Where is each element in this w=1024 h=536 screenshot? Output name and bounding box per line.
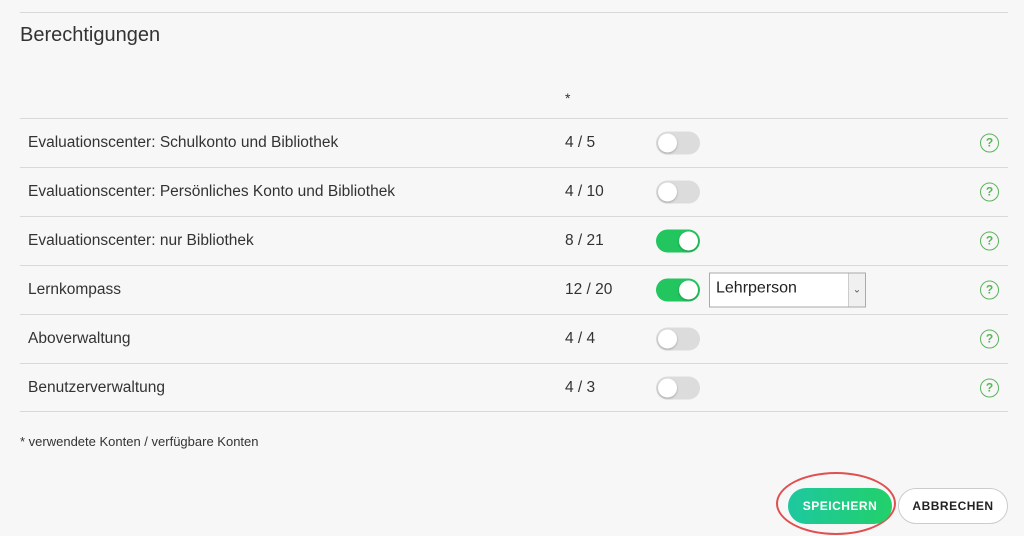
- permission-toggle[interactable]: [656, 131, 700, 155]
- toggle-knob: [658, 182, 677, 202]
- column-header-asterisk: *: [565, 90, 571, 106]
- top-divider: [20, 12, 1008, 13]
- permission-label: Benutzerverwaltung: [28, 378, 165, 396]
- chevron-down-icon: ⌄: [848, 273, 865, 307]
- permission-row-evaluation-school: Evaluationscenter: Schulkonto und Biblio…: [20, 118, 1008, 167]
- toggle-knob: [679, 280, 698, 300]
- account-count: 8 / 21: [565, 232, 604, 249]
- permission-row-evaluation-library: Evaluationscenter: nur Bibliothek 8 / 21…: [20, 216, 1008, 265]
- permission-label: Evaluationscenter: Schulkonto und Biblio…: [28, 134, 339, 151]
- help-icon[interactable]: ?: [980, 378, 999, 397]
- permission-label: Aboverwaltung: [28, 330, 131, 347]
- help-icon[interactable]: ?: [980, 182, 999, 202]
- account-count: 12 / 20: [565, 281, 613, 298]
- permission-row-evaluation-personal: Evaluationscenter: Persönliches Konto un…: [20, 167, 1008, 216]
- role-select-value: Lehrperson: [716, 279, 797, 297]
- permission-label: Lernkompass: [28, 281, 122, 298]
- permission-row-aboverwaltung: Aboverwaltung 4 / 4 ?: [20, 314, 1008, 363]
- toggle-knob: [679, 231, 698, 251]
- section-title: Berechtigungen: [20, 24, 161, 46]
- help-icon[interactable]: ?: [980, 329, 999, 349]
- permission-label: Evaluationscenter: nur Bibliothek: [28, 232, 254, 249]
- permission-toggle[interactable]: [656, 327, 700, 351]
- role-select[interactable]: Lehrperson ⌄: [709, 272, 866, 308]
- footnote: * verwendete Konten / verfügbare Konten: [20, 434, 259, 449]
- toggle-knob: [658, 329, 677, 349]
- permission-toggle[interactable]: [656, 376, 700, 399]
- toggle-knob: [658, 378, 677, 397]
- cancel-button[interactable]: ABBRECHEN: [898, 488, 1008, 524]
- permission-row-lernkompass: Lernkompass 12 / 20 Lehrperson ⌄ ?: [20, 265, 1008, 314]
- permissions-table: Evaluationscenter: Schulkonto und Biblio…: [20, 118, 1008, 412]
- help-icon[interactable]: ?: [980, 280, 999, 300]
- permission-label: Evaluationscenter: Persönliches Konto un…: [28, 183, 396, 200]
- account-count: 4 / 3: [565, 378, 596, 396]
- toggle-knob: [658, 133, 677, 153]
- permission-toggle[interactable]: [656, 278, 700, 302]
- account-count: 4 / 10: [565, 183, 604, 200]
- permission-row-benutzerverwaltung: Benutzerverwaltung 4 / 3 ?: [20, 363, 1008, 412]
- help-icon[interactable]: ?: [980, 133, 999, 153]
- save-button[interactable]: SPEICHERN: [788, 488, 892, 524]
- permission-toggle[interactable]: [656, 229, 700, 253]
- account-count: 4 / 5: [565, 134, 596, 151]
- account-count: 4 / 4: [565, 330, 596, 347]
- permission-toggle[interactable]: [656, 180, 700, 204]
- help-icon[interactable]: ?: [980, 231, 999, 251]
